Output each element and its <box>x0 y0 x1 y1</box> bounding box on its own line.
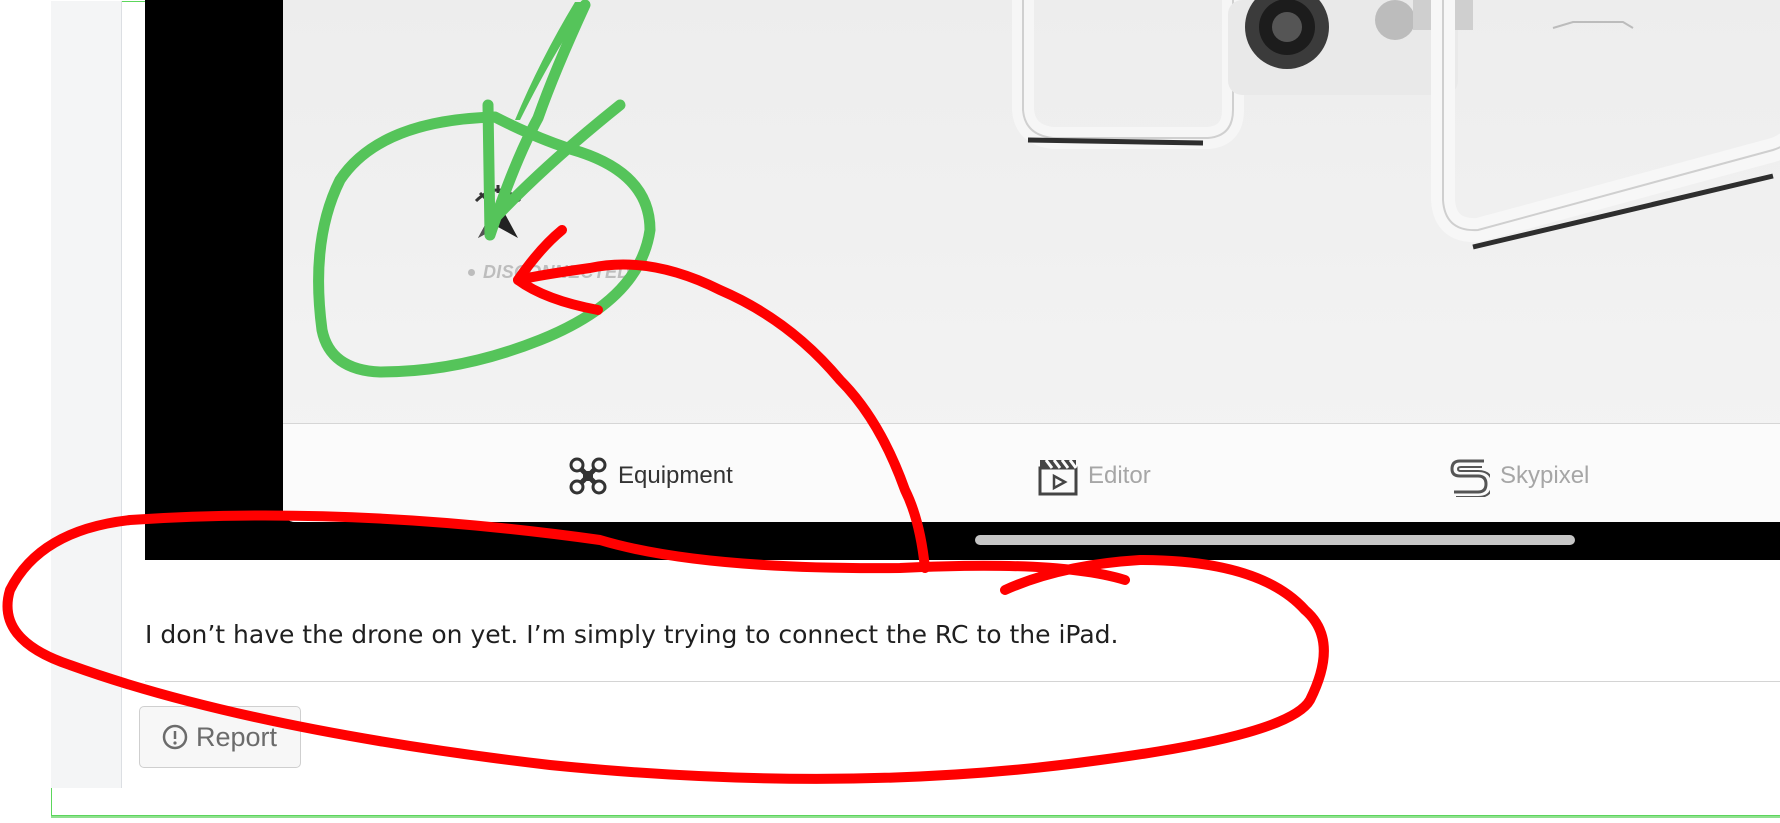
app-screen: DISCONNECTED Equipment Editor Skypixel <box>283 0 1780 522</box>
tab-label: Equipment <box>618 462 733 489</box>
attached-screenshot[interactable]: DISCONNECTED Equipment Editor Skypixel <box>145 0 1780 560</box>
frame-divider <box>51 816 1780 818</box>
home-indicator <box>975 535 1575 545</box>
skypixel-logo-icon <box>1450 459 1490 497</box>
clapperboard-icon <box>1038 459 1078 496</box>
connection-status[interactable]: DISCONNECTED <box>468 183 668 283</box>
post-gutter <box>51 1 122 788</box>
status-label: DISCONNECTED <box>483 262 631 282</box>
report-button[interactable]: Report <box>139 706 301 768</box>
gps-arrow-icon <box>474 185 522 238</box>
status-dot <box>468 269 475 276</box>
tab-editor[interactable]: Editor <box>1038 454 1151 498</box>
tab-equipment[interactable]: Equipment <box>568 454 733 498</box>
tab-skypixel[interactable]: Skypixel <box>1448 454 1589 498</box>
post-divider <box>145 681 1780 682</box>
drone-icon <box>569 457 607 495</box>
post-body-text: I don’t have the drone on yet. I’m simpl… <box>145 620 1119 649</box>
tab-label: Editor <box>1088 462 1151 489</box>
report-label: Report <box>196 721 278 752</box>
tab-label: Skypixel <box>1500 462 1590 489</box>
alert-circle-icon <box>162 724 188 750</box>
app-tab-bar: Equipment Editor Skypixel <box>283 423 1780 522</box>
